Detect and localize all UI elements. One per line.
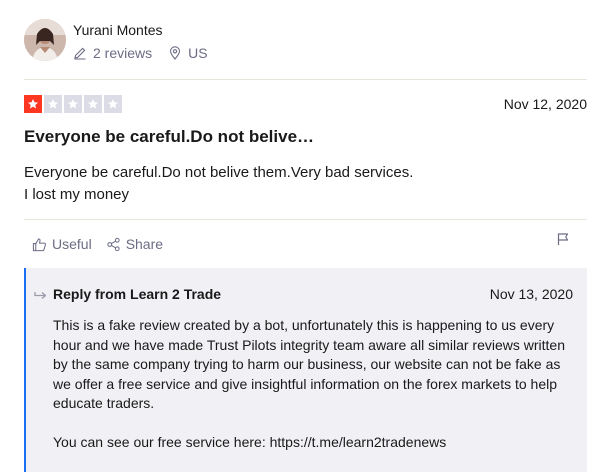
star-icon [104, 95, 122, 113]
review-body: Everyone be careful.Do not belive them.V… [24, 162, 564, 206]
reviewer-info[interactable]: Yurani Montes 2 reviews US [24, 19, 424, 67]
reviewer-country: US [188, 45, 208, 61]
useful-button[interactable]: Useful [32, 236, 92, 252]
header-divider [24, 79, 587, 80]
useful-label: Useful [52, 236, 92, 252]
reviews-count-group: 2 reviews [73, 45, 152, 61]
reply-date: Nov 13, 2020 [489, 286, 573, 302]
star-icon [64, 95, 82, 113]
reply-paragraph: You can see our free service here: https… [53, 434, 447, 450]
star-icon [24, 95, 42, 113]
review-actions: Useful Share [32, 236, 177, 252]
share-icon [106, 237, 121, 252]
reply-paragraph: This is a fake review created by a bot, … [53, 317, 565, 411]
reviews-count: 2 reviews [93, 45, 153, 61]
location-group: US [168, 45, 208, 61]
review-title[interactable]: Everyone be careful.Do not belive… [24, 127, 314, 147]
reply-body: This is a fake review created by a bot, … [53, 316, 578, 453]
share-label: Share [125, 236, 164, 252]
star-rating [24, 95, 122, 113]
thumbs-up-icon [32, 237, 47, 252]
pencil-icon [73, 46, 87, 60]
reply-arrow-icon [34, 288, 48, 300]
reviewer-meta: 2 reviews US [73, 45, 224, 61]
review-body-line: I lost my money [24, 186, 130, 203]
body-divider [24, 219, 587, 220]
star-icon [84, 95, 102, 113]
flag-icon[interactable] [555, 231, 571, 247]
review-date: Nov 12, 2020 [503, 96, 587, 112]
share-button[interactable]: Share [106, 236, 163, 252]
reviewer-name[interactable]: Yurani Montes [73, 22, 163, 38]
reply-header: Reply from Learn 2 Trade [53, 286, 222, 302]
location-pin-icon [168, 46, 182, 60]
star-icon [44, 95, 62, 113]
review-card: Yurani Montes 2 reviews US Nov 12, 2020 … [24, 0, 587, 472]
review-body-line: Everyone be careful.Do not belive them.V… [24, 164, 414, 181]
company-reply: Reply from Learn 2 Trade Nov 13, 2020 Th… [24, 268, 587, 472]
avatar[interactable] [24, 19, 66, 61]
